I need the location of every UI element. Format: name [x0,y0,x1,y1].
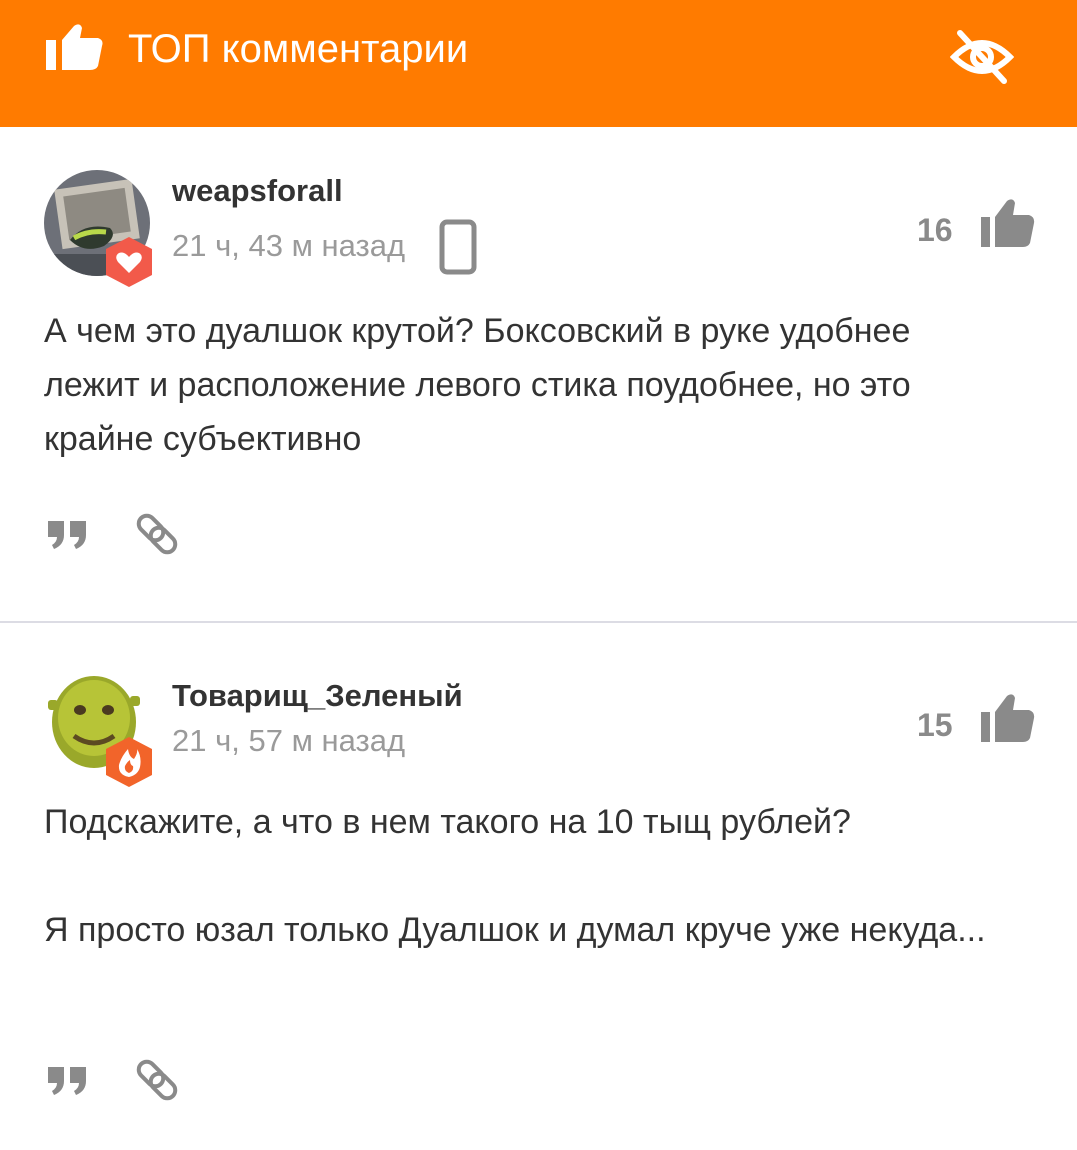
link-icon[interactable] [133,1056,181,1104]
comment-paragraph: Подскажите, а что в нем такого на 10 тыщ… [44,803,851,841]
comment-time[interactable]: 21 ч, 43 м назад [172,228,405,264]
top-comments-header: ТОП комментарии [0,0,1077,127]
thumb-up-icon[interactable] [979,690,1037,746]
comment-item: weapsforall 21 ч, 43 м назад 16 А чем эт… [0,127,1077,621]
hide-top-comments-button[interactable] [940,22,1024,92]
thumb-up-icon[interactable] [979,195,1037,251]
quote-icon[interactable] [46,519,88,551]
comment-rating: 15 [917,707,953,743]
comment-text: А чем это дуалшок крутой? Боксовский в р… [44,304,1004,466]
thumb-up-icon [46,24,103,70]
heart-badge [106,237,152,287]
comment-paragraph: А чем это дуалшок крутой? Боксовский в р… [44,312,911,458]
header-title: ТОП комментарии [128,27,469,71]
comment-author[interactable]: weapsforall [172,173,343,209]
comment-time[interactable]: 21 ч, 57 м назад [172,723,405,759]
comment-item: Товарищ_Зеленый 21 ч, 57 м назад 15 Подс… [0,623,1077,1150]
link-icon[interactable] [133,510,181,558]
comment-rating: 16 [917,212,953,248]
comment-author[interactable]: Товарищ_Зеленый [172,678,463,714]
eye-off-icon [950,30,1014,84]
comment-text: Подскажите, а что в нем такого на 10 тыщ… [44,795,1004,957]
fire-badge [106,737,152,787]
comment-paragraph: Я просто юзал только Дуалшок и думал кру… [44,911,986,949]
mobile-icon [439,219,477,275]
quote-icon[interactable] [46,1065,88,1097]
